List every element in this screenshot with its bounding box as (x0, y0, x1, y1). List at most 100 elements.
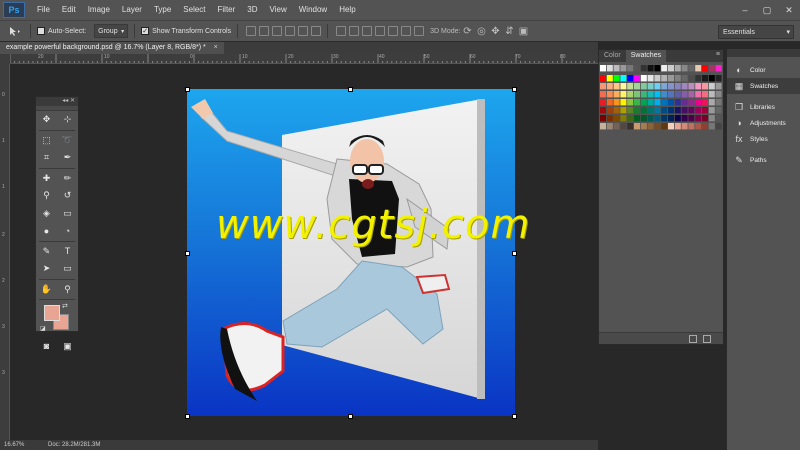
trash-icon[interactable] (703, 334, 711, 343)
distribute-vcenter-icon[interactable] (349, 26, 360, 36)
menu-view[interactable]: View (264, 0, 293, 20)
move-tool-icon[interactable]: ✥ (40, 113, 54, 127)
3d-scale-icon[interactable]: ▣ (516, 25, 530, 37)
menu-window[interactable]: Window (293, 0, 333, 20)
swatches-panel: Color Swatches ≡ (598, 49, 724, 345)
distribute-bottom-icon[interactable] (362, 26, 373, 36)
new-swatch-icon[interactable] (689, 334, 697, 343)
history-brush-icon[interactable]: ↺ (61, 189, 75, 203)
lasso-tool-icon[interactable]: ➰ (61, 133, 75, 147)
distribute-top-icon[interactable] (336, 26, 347, 36)
artboard-tool-icon[interactable]: ⊹ (61, 113, 75, 127)
distribute-right-icon[interactable] (401, 26, 412, 36)
document-tab-label: example powerful background.psd @ 16.7% … (6, 44, 206, 51)
transform-handle-middle-left[interactable] (185, 251, 190, 256)
default-colors-icon[interactable]: ◪ (40, 325, 46, 332)
align-hcenter-icon[interactable] (298, 26, 309, 36)
pen-tool-icon[interactable]: ✎ (40, 244, 54, 258)
swap-colors-icon[interactable]: ⇄ (62, 302, 68, 310)
dock-styles-label: Styles (750, 135, 768, 143)
transform-handle-bottom-left[interactable] (185, 414, 190, 419)
doc-size: Doc: 28.2M/281.3M (48, 442, 101, 448)
type-tool-icon[interactable]: T (61, 244, 75, 258)
healing-brush-icon[interactable]: ✚ (40, 171, 54, 185)
swatch-grid[interactable] (599, 64, 723, 184)
quick-mask-icon[interactable]: ◙ (40, 339, 54, 353)
align-vcenter-icon[interactable] (259, 26, 270, 36)
menu-filter[interactable]: Filter (212, 0, 242, 20)
dock-color-label: Color (750, 66, 766, 74)
transform-handle-middle-right[interactable] (512, 251, 517, 256)
transform-handle-top-left[interactable] (185, 87, 190, 92)
ruler-top[interactable]: 20 10 0 10 20 30 40 50 60 70 80 (10, 54, 598, 64)
menu-type[interactable]: Type (148, 0, 177, 20)
screen-mode-icon[interactable]: ▣ (61, 339, 75, 353)
minimize-button[interactable]: – (734, 0, 756, 20)
close-button[interactable]: ✕ (778, 0, 800, 20)
transform-handle-bottom-center[interactable] (348, 414, 353, 419)
document-canvas[interactable] (187, 89, 515, 416)
3d-pan-icon[interactable]: ✥ (488, 25, 502, 37)
dock-styles[interactable]: fx Styles (727, 131, 800, 147)
dodge-tool-icon[interactable]: ◔ (61, 224, 75, 238)
auto-align-icon[interactable] (414, 26, 425, 36)
eraser-tool-icon[interactable]: ◈ (40, 206, 54, 220)
zoom-level[interactable]: 16.67% (0, 442, 40, 448)
eyedropper-tool-icon[interactable]: ✒ (61, 151, 75, 165)
foreground-color-swatch[interactable] (44, 305, 60, 321)
crop-tool-icon[interactable]: ⌗ (40, 151, 54, 165)
menu-3d[interactable]: 3D (241, 0, 263, 20)
align-left-icon[interactable] (285, 26, 296, 36)
distribute-left-icon[interactable] (375, 26, 386, 36)
gradient-tool-icon[interactable]: ▭ (61, 206, 75, 220)
path-selection-icon[interactable]: ➤ (40, 262, 54, 276)
close-tab-icon[interactable]: × (214, 44, 218, 51)
menu-help[interactable]: Help (333, 0, 361, 20)
auto-select-checkbox[interactable] (37, 27, 45, 35)
ruler-label: 20 (38, 54, 44, 60)
menu-layer[interactable]: Layer (116, 0, 148, 20)
zoom-tool-icon[interactable]: ⚲ (61, 282, 75, 296)
show-transform-checkbox[interactable]: ✓ (141, 27, 150, 35)
dock-color[interactable]: ◐ Color (727, 62, 800, 78)
clone-stamp-icon[interactable]: ⚲ (40, 189, 54, 203)
auto-select-dropdown[interactable]: Group ▾ (94, 24, 129, 38)
align-bottom-icon[interactable] (272, 26, 283, 36)
tools-panel-header[interactable]: ◂◂ ✕ (36, 97, 78, 106)
blur-tool-icon[interactable]: ● (40, 224, 54, 238)
document-tab[interactable]: example powerful background.psd @ 16.7% … (0, 42, 224, 54)
tab-color[interactable]: Color (599, 50, 626, 62)
menu-file[interactable]: File (31, 0, 56, 20)
tab-swatches[interactable]: Swatches (625, 50, 667, 62)
dock-header[interactable] (727, 49, 800, 57)
libraries-icon: ❒ (734, 101, 744, 112)
ruler-corner[interactable] (0, 54, 10, 64)
align-top-icon[interactable] (246, 26, 257, 36)
dock-paths[interactable]: ✎ Paths (727, 152, 800, 168)
maximize-button[interactable]: ▢ (756, 0, 778, 20)
marquee-tool-icon[interactable]: ⬚ (40, 133, 54, 147)
rectangle-tool-icon[interactable]: ▭ (61, 262, 75, 276)
workspace-dropdown[interactable]: Essentials ▾ (718, 25, 794, 39)
brush-tool-icon[interactable]: ✏ (61, 171, 75, 185)
styles-icon: fx (735, 134, 743, 144)
ruler-left[interactable]: 0 1 1 2 2 3 3 (0, 64, 10, 440)
menu-select[interactable]: Select (177, 0, 211, 20)
distribute-hcenter-icon[interactable] (388, 26, 399, 36)
menu-edit[interactable]: Edit (56, 0, 82, 20)
transform-handle-bottom-right[interactable] (512, 414, 517, 419)
transform-handle-top-center[interactable] (348, 87, 353, 92)
panel-menu-icon[interactable]: ≡ (716, 51, 720, 58)
ps-logo: Ps (3, 2, 25, 18)
align-right-icon[interactable] (311, 26, 322, 36)
dock-libraries[interactable]: ❒ Libraries (727, 99, 800, 115)
3d-slide-icon[interactable]: ⇵ (502, 25, 516, 37)
3d-rotate-icon[interactable]: ⟳ (460, 25, 474, 37)
move-tool-preset[interactable] (4, 24, 24, 38)
hand-tool-icon[interactable]: ✋ (40, 282, 54, 296)
dock-swatches[interactable]: ▦ Swatches (727, 78, 800, 94)
transform-handle-top-right[interactable] (512, 87, 517, 92)
dock-adjustments[interactable]: ◑ Adjustments (727, 115, 800, 131)
3d-roll-icon[interactable]: ◎ (474, 25, 488, 37)
menu-image[interactable]: Image (82, 0, 116, 20)
